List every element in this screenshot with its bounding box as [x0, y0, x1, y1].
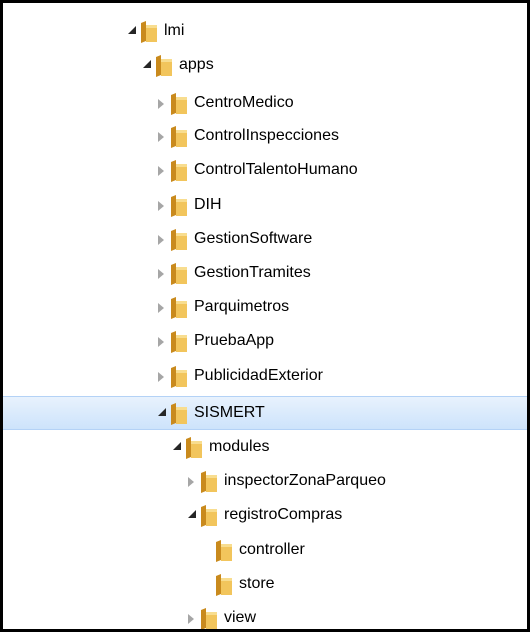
- tree-row-inspectorzonaparqueo[interactable]: inspectorZonaParqueo: [3, 465, 527, 499]
- tree-row-registrocompras[interactable]: registroCompras: [3, 499, 527, 533]
- folder-tree-window: lmi apps CentroMedico ControlInspeccione…: [0, 0, 530, 632]
- tree-row-label: CentroMedico: [194, 94, 294, 111]
- tree-row-publicidadexterior[interactable]: PublicidadExterior: [3, 360, 527, 394]
- tree-row-modules[interactable]: modules: [3, 431, 527, 465]
- folder-icon: [171, 331, 187, 353]
- tree-row-label: ControlTalentoHumano: [194, 161, 358, 178]
- tree-row-view[interactable]: view: [3, 602, 527, 629]
- collapsed-arrow-icon[interactable]: [158, 303, 164, 313]
- tree-row-controlinspecciones[interactable]: ControlInspecciones: [3, 120, 527, 154]
- tree-row-label: apps: [179, 56, 214, 73]
- tree-row-pruebaapp[interactable]: PruebaApp: [3, 325, 527, 359]
- expanded-arrow-icon[interactable]: [173, 442, 181, 450]
- tree-row-label: store: [239, 575, 275, 592]
- tree-row-label: ControlInspecciones: [194, 127, 339, 144]
- folder-icon: [171, 160, 187, 182]
- tree-row-gestionsoftware[interactable]: GestionSoftware: [3, 223, 527, 257]
- tree-row-label: PruebaApp: [194, 332, 275, 349]
- tree-row-controltalentohumano[interactable]: ControlTalentoHumano: [3, 154, 527, 188]
- folder-icon: [156, 55, 172, 77]
- folder-icon: [216, 574, 232, 596]
- folder-icon: [201, 505, 217, 527]
- folder-icon: [171, 229, 187, 251]
- collapsed-arrow-icon[interactable]: [158, 372, 164, 382]
- tree-row-label: SISMERT: [194, 404, 265, 421]
- tree-row-label: PublicidadExterior: [194, 367, 323, 384]
- tree-row-centromedico[interactable]: CentroMedico: [3, 87, 527, 121]
- collapsed-arrow-icon[interactable]: [158, 201, 164, 211]
- expanded-arrow-icon[interactable]: [158, 408, 166, 416]
- folder-icon: [171, 263, 187, 285]
- tree-row-parquimetros[interactable]: Parquimetros: [3, 291, 527, 325]
- tree-row-controller[interactable]: controller: [3, 534, 527, 568]
- folder-icon: [216, 540, 232, 562]
- folder-icon: [201, 608, 217, 629]
- tree-row-label: DIH: [194, 196, 222, 213]
- collapsed-arrow-icon[interactable]: [188, 614, 194, 624]
- tree-row-label: view: [224, 609, 257, 626]
- tree-row-label: inspectorZonaParqueo: [224, 472, 386, 489]
- tree-row-label: Parquimetros: [194, 298, 290, 315]
- tree-row-gestiontramites[interactable]: GestionTramites: [3, 257, 527, 291]
- tree-row-store[interactable]: store: [3, 568, 527, 602]
- folder-icon: [186, 437, 202, 459]
- tree-row-sismert[interactable]: SISMERT: [3, 396, 527, 430]
- tree-row-label: controller: [239, 541, 305, 558]
- expanded-arrow-icon[interactable]: [128, 26, 136, 34]
- tree-row-lmi[interactable]: lmi: [3, 15, 527, 49]
- tree-row-label: registroCompras: [224, 506, 343, 523]
- folder-icon: [171, 403, 187, 425]
- collapsed-arrow-icon[interactable]: [158, 337, 164, 347]
- collapsed-arrow-icon[interactable]: [158, 269, 164, 279]
- folder-icon: [171, 126, 187, 148]
- tree-row-dih[interactable]: DIH: [3, 189, 527, 223]
- expanded-arrow-icon[interactable]: [188, 510, 196, 518]
- collapsed-arrow-icon[interactable]: [158, 99, 164, 109]
- folder-icon: [171, 366, 187, 388]
- tree-row-label: GestionTramites: [194, 264, 311, 281]
- tree-row-apps[interactable]: apps: [3, 49, 527, 83]
- collapsed-arrow-icon[interactable]: [158, 132, 164, 142]
- folder-icon: [171, 93, 187, 115]
- expanded-arrow-icon[interactable]: [143, 60, 151, 68]
- collapsed-arrow-icon[interactable]: [188, 477, 194, 487]
- tree-row-label: modules: [209, 438, 270, 455]
- collapsed-arrow-icon[interactable]: [158, 166, 164, 176]
- collapsed-arrow-icon[interactable]: [158, 235, 164, 245]
- tree-row-label: lmi: [164, 22, 185, 39]
- folder-icon: [141, 21, 157, 43]
- folder-icon: [201, 471, 217, 493]
- folder-icon: [171, 195, 187, 217]
- tree-row-label: GestionSoftware: [194, 230, 313, 247]
- folder-icon: [171, 297, 187, 319]
